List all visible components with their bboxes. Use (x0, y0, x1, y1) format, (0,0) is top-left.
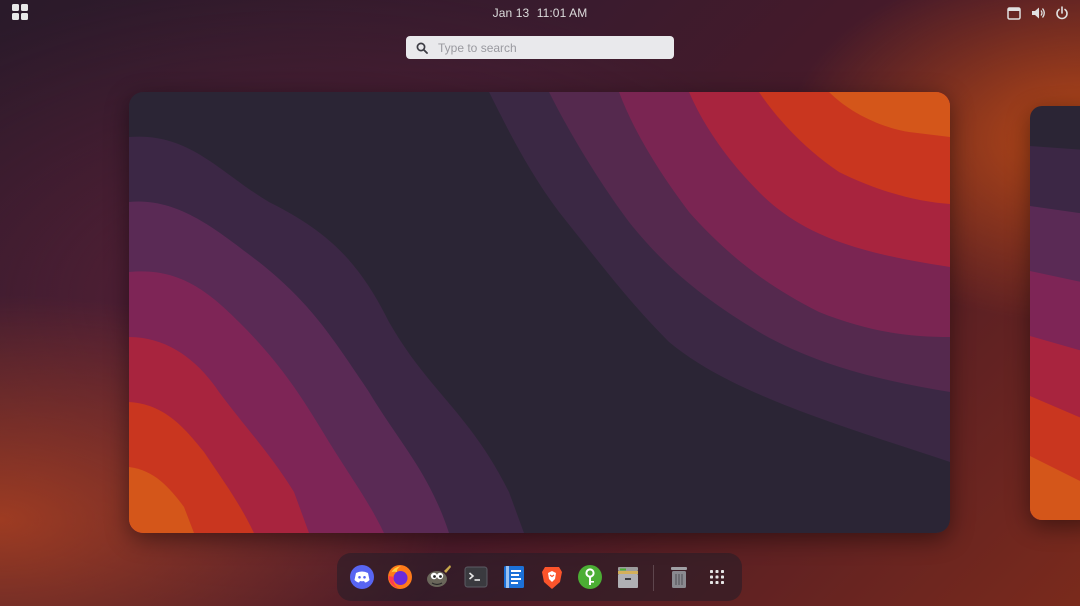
show-apps-icon[interactable] (703, 563, 731, 591)
workspace-thumbnail-current[interactable] (129, 92, 950, 533)
power-icon[interactable] (1054, 5, 1070, 21)
trash-icon[interactable] (665, 563, 693, 591)
search-input[interactable]: Type to search (406, 36, 674, 59)
text-editor-icon[interactable] (500, 563, 528, 591)
time-label: 11:01 AM (536, 6, 588, 20)
dash-dock (337, 553, 742, 601)
terminal-icon[interactable] (462, 563, 490, 591)
system-status-area[interactable] (1006, 5, 1070, 21)
workspace-thumbnail-next[interactable] (1030, 106, 1080, 520)
dock-separator (653, 565, 654, 591)
gimp-icon[interactable] (424, 563, 452, 591)
top-bar: Jan 13 11:01 AM (0, 0, 1080, 26)
discord-icon[interactable] (348, 563, 376, 591)
screen-icon[interactable] (1006, 5, 1022, 21)
wallpaper-preview (129, 92, 950, 533)
wallpaper-preview-next (1030, 106, 1080, 520)
firefox-icon[interactable] (386, 563, 414, 591)
date-time[interactable]: Jan 13 11:01 AM (0, 6, 1080, 20)
brave-icon[interactable] (538, 563, 566, 591)
search-icon (416, 42, 428, 54)
date-label: Jan 13 (492, 6, 530, 20)
keepass-icon[interactable] (576, 563, 604, 591)
archive-icon[interactable] (614, 563, 642, 591)
volume-icon[interactable] (1030, 5, 1046, 21)
search-placeholder: Type to search (438, 40, 517, 55)
